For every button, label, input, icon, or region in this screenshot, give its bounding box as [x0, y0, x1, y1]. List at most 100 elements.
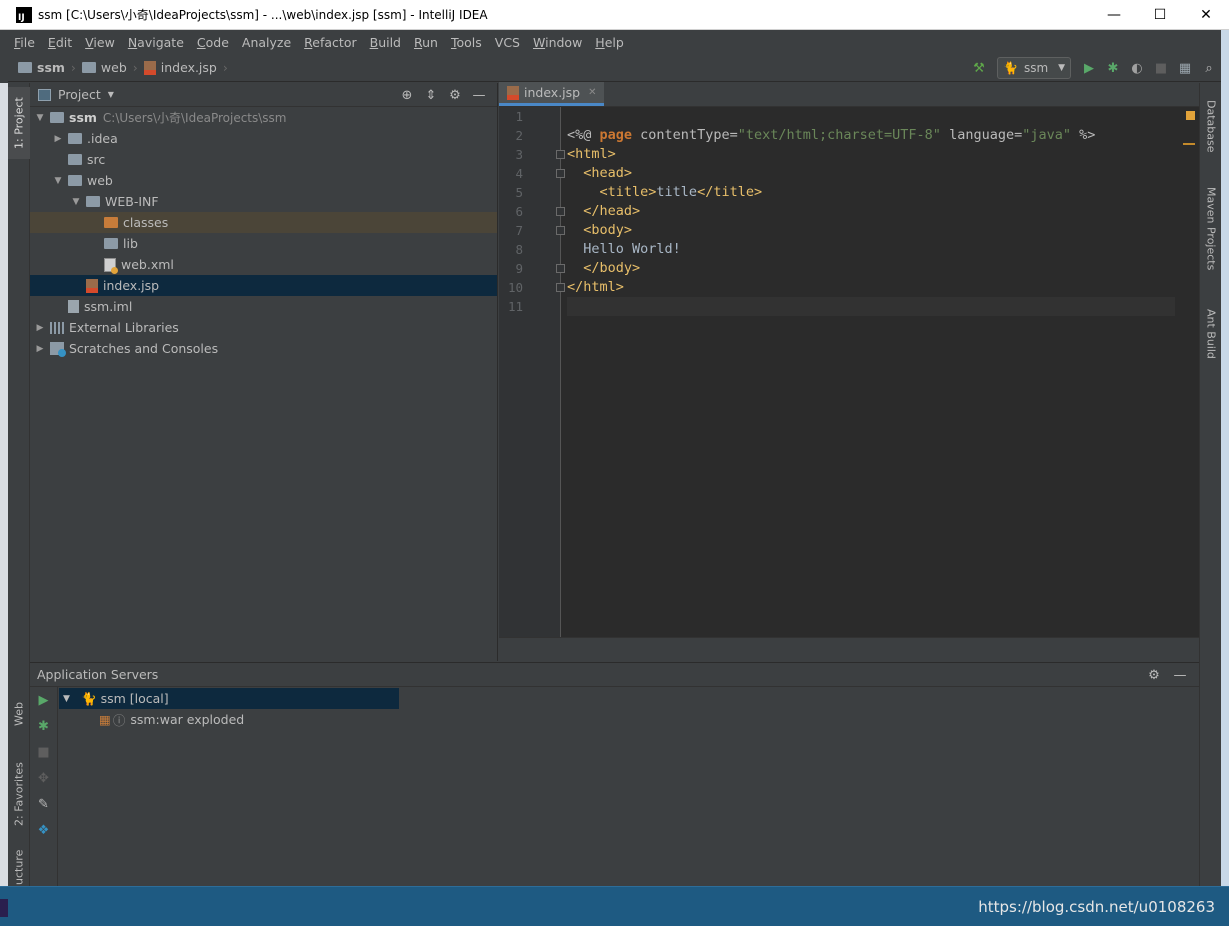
tree-item-classes[interactable]: classes: [30, 212, 497, 233]
fold-marker-icon[interactable]: [556, 283, 565, 292]
menu-navigate[interactable]: Navigate: [128, 35, 184, 50]
run-icon[interactable]: ▶: [1077, 56, 1101, 80]
taskbar-app-icon[interactable]: [0, 899, 8, 917]
project-structure-icon[interactable]: ▦: [1173, 56, 1197, 80]
gear-icon[interactable]: ⚙: [1141, 668, 1167, 683]
code-line[interactable]: <html>: [567, 145, 1175, 164]
expanded-arrow-icon[interactable]: ▼: [52, 176, 64, 186]
code-line[interactable]: </body>: [567, 259, 1175, 278]
menu-code[interactable]: Code: [197, 35, 229, 50]
collapse-all-icon[interactable]: ⇕: [419, 88, 443, 103]
edit-icon[interactable]: ✎: [30, 791, 57, 817]
collapsed-arrow-icon[interactable]: ▶: [34, 344, 46, 354]
fold-marker-icon[interactable]: [556, 264, 565, 273]
coverage-icon[interactable]: ◐: [1125, 56, 1149, 80]
error-stripe-mark[interactable]: [1183, 143, 1195, 145]
tree-item-src[interactable]: src: [30, 149, 497, 170]
warning-marker-icon[interactable]: [1186, 111, 1195, 120]
menu-build[interactable]: Build: [370, 35, 401, 50]
debug-icon[interactable]: ✱: [1101, 56, 1125, 80]
close-window-button[interactable]: ✕: [1183, 0, 1229, 30]
artifact-node[interactable]: ▦ ⓘ ssm:war exploded: [59, 709, 399, 730]
hammer-icon[interactable]: ⚒: [967, 56, 991, 80]
chevron-down-icon[interactable]: ▼: [108, 90, 114, 99]
stop-icon[interactable]: ■: [30, 739, 57, 765]
expanded-arrow-icon[interactable]: ▼: [34, 113, 46, 123]
code-line[interactable]: ​: [567, 297, 1175, 316]
tree-item-external-libraries[interactable]: ▶ External Libraries: [30, 317, 497, 338]
menu-refactor[interactable]: Refactor: [304, 35, 356, 50]
tree-item-web-xml[interactable]: web.xml: [30, 254, 497, 275]
code-line[interactable]: <title>title</title>: [567, 183, 1175, 202]
tree-item-web-inf[interactable]: ▼ WEB-INF: [30, 191, 497, 212]
code-line[interactable]: </html>: [567, 278, 1175, 297]
menu-vcs[interactable]: VCS: [495, 35, 520, 50]
fold-marker-icon[interactable]: [556, 150, 565, 159]
server-node[interactable]: ▼ 🐈 ssm [local]: [59, 688, 399, 709]
project-tool-tab[interactable]: 1: Project: [8, 87, 30, 159]
menu-help[interactable]: Help: [595, 35, 624, 50]
menu-view[interactable]: View: [85, 35, 115, 50]
project-panel-title[interactable]: Project: [58, 87, 101, 102]
ant-build-tool-tab[interactable]: Ant Build: [1200, 299, 1222, 369]
tree-item-ssm[interactable]: ▼ ssm C:\Users\小奇\IdeaProjects\ssm: [30, 107, 497, 128]
collapsed-arrow-icon[interactable]: ▶: [52, 134, 64, 144]
code-line[interactable]: ​: [567, 107, 1175, 126]
code-line[interactable]: </head>: [567, 202, 1175, 221]
breadcrumb-index-jsp[interactable]: index.jsp ›: [143, 60, 228, 75]
code-line[interactable]: <head>: [567, 164, 1175, 183]
menu-window[interactable]: Window: [533, 35, 582, 50]
search-icon[interactable]: ⌕: [1197, 56, 1221, 80]
tree-item-scratches-and-consoles[interactable]: ▶ Scratches and Consoles: [30, 338, 497, 359]
database-tool-tab[interactable]: Database: [1200, 91, 1222, 161]
menu-analyze[interactable]: Analyze: [242, 35, 291, 50]
run-icon[interactable]: ▶: [30, 687, 57, 713]
code-editor[interactable]: ​<%@ page contentType="text/html;charset…: [567, 107, 1175, 316]
menu-file[interactable]: File: [14, 35, 35, 50]
artifact-icon[interactable]: ❖: [30, 817, 57, 843]
fold-marker-icon[interactable]: [556, 226, 565, 235]
tree-item-idea[interactable]: ▶ .idea: [30, 128, 497, 149]
fold-marker-icon[interactable]: [556, 169, 565, 178]
deploy-icon[interactable]: ✥: [30, 765, 57, 791]
debug-icon[interactable]: ✱: [30, 713, 57, 739]
tree-item-web[interactable]: ▼ web: [30, 170, 497, 191]
jsp-icon: [86, 278, 98, 293]
favorites-tool-tab[interactable]: 2: Favorites: [8, 753, 30, 835]
expand-arrow-icon[interactable]: ▼: [63, 694, 75, 704]
editor-tab-index-jsp[interactable]: index.jsp ✕: [499, 82, 605, 106]
expanded-arrow-icon[interactable]: ▼: [70, 197, 82, 207]
hide-panel-icon[interactable]: —: [467, 88, 491, 103]
structure-tool-tab[interactable]: ucture: [8, 849, 30, 886]
tree-item-lib[interactable]: lib: [30, 233, 497, 254]
menu-edit[interactable]: Edit: [48, 35, 72, 50]
stop-icon[interactable]: ■: [1149, 56, 1173, 80]
web-tool-tab[interactable]: Web: [8, 689, 30, 739]
breadcrumb-ssm[interactable]: ssm ›: [18, 60, 76, 75]
close-icon[interactable]: ✕: [588, 87, 596, 98]
collapsed-arrow-icon[interactable]: ▶: [34, 323, 46, 333]
code-line[interactable]: <%@ page contentType="text/html;charset=…: [567, 126, 1175, 145]
menu-label: un: [422, 34, 438, 50]
code-line[interactable]: Hello World!: [567, 240, 1175, 259]
run-configuration-selector[interactable]: 🐈 ssm ▼: [997, 57, 1071, 79]
gear-icon[interactable]: ⚙: [443, 88, 467, 103]
breadcrumb-web[interactable]: web ›: [81, 60, 138, 75]
windows-taskbar: https://blog.csdn.net/u0108263: [0, 886, 1229, 926]
editor-tab-label: index.jsp: [524, 85, 581, 100]
menu-tools[interactable]: Tools: [451, 35, 482, 50]
fold-marker-icon[interactable]: [556, 207, 565, 216]
tree-item-index-jsp[interactable]: index.jsp: [30, 275, 497, 296]
code-line[interactable]: <body>: [567, 221, 1175, 240]
tree-item-ssm-iml[interactable]: ssm.iml: [30, 296, 497, 317]
maximize-button[interactable]: ☐: [1137, 0, 1183, 30]
locate-file-icon[interactable]: ⊕: [395, 88, 419, 103]
menu-mnemonic: C: [196, 34, 206, 50]
intellij-app-icon: IJ: [16, 6, 32, 23]
right-tool-window-strip: Database Maven Projects Ant Build: [1199, 83, 1221, 886]
hide-panel-icon[interactable]: —: [1167, 668, 1193, 683]
minimize-button[interactable]: —: [1091, 0, 1137, 30]
maven-tool-tab[interactable]: Maven Projects: [1200, 179, 1222, 279]
app-servers-actions: ⚙ —: [1141, 663, 1193, 687]
menu-run[interactable]: Run: [414, 35, 438, 50]
